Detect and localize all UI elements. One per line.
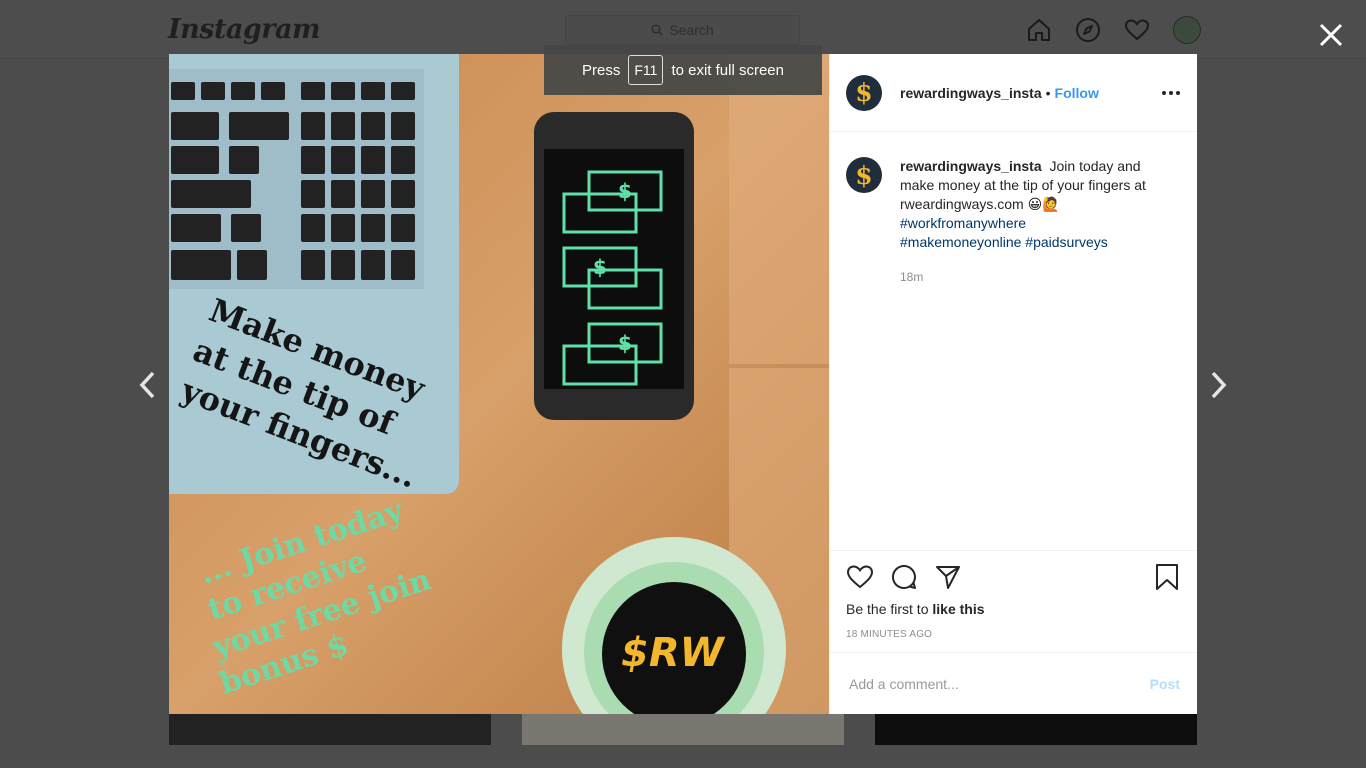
comment-input[interactable] bbox=[847, 674, 1150, 693]
post-username[interactable]: rewardingways_insta bbox=[900, 85, 1042, 101]
like-heart-icon[interactable] bbox=[846, 563, 874, 591]
post-image: $ $ $ Make money at the tip of your finger… bbox=[169, 54, 829, 714]
background-thumbnail[interactable] bbox=[169, 714, 491, 745]
user-avatar[interactable]: $ bbox=[846, 74, 882, 111]
toast-message: to exit full screen bbox=[671, 61, 784, 79]
activity-heart-icon[interactable] bbox=[1124, 17, 1150, 43]
post-sidebar: $ rewardingways_insta • Follow $ rewardi… bbox=[829, 54, 1197, 714]
previous-post-arrow-icon[interactable] bbox=[137, 369, 157, 401]
post-header: $ rewardingways_insta • Follow bbox=[830, 54, 1197, 132]
hashtag-link[interactable]: #makemoneyonline bbox=[900, 234, 1021, 250]
likes-text: Be the first to like this bbox=[846, 601, 1181, 617]
caption-username[interactable]: rewardingways_insta bbox=[900, 158, 1042, 174]
comment-box: Post bbox=[830, 652, 1197, 714]
home-icon[interactable] bbox=[1026, 17, 1052, 43]
caption: $ rewardingways_insta Join today and mak… bbox=[830, 132, 1197, 287]
explore-compass-icon[interactable] bbox=[1075, 17, 1101, 43]
close-icon[interactable] bbox=[1318, 22, 1344, 48]
search-placeholder: Search bbox=[669, 22, 714, 38]
toast-key: F11 bbox=[628, 55, 664, 85]
hashtag-link[interactable]: #workfromanywhere bbox=[900, 215, 1026, 231]
caption-timestamp[interactable]: 18m bbox=[900, 268, 1170, 287]
dollar-icon: $ bbox=[855, 78, 873, 107]
fullscreen-toast: Press F11 to exit full screen bbox=[544, 45, 822, 95]
comment-bubble-icon[interactable] bbox=[890, 563, 918, 591]
post-comment-button[interactable]: Post bbox=[1150, 676, 1180, 692]
toast-press: Press bbox=[582, 61, 621, 79]
search-box[interactable]: Search bbox=[565, 15, 800, 45]
post-image-illustration: $$$ Make money at the tip of your finger… bbox=[169, 54, 829, 714]
separator-dot: • bbox=[1045, 84, 1051, 101]
action-icons bbox=[846, 563, 1181, 591]
share-paper-plane-icon[interactable] bbox=[934, 563, 962, 591]
post-timestamp[interactable]: 18 MINUTES AGO bbox=[846, 629, 1181, 640]
bookmark-icon[interactable] bbox=[1153, 563, 1181, 591]
svg-text:$: $ bbox=[593, 255, 607, 279]
instagram-logo: Instagram bbox=[168, 14, 321, 45]
follow-button[interactable]: Follow bbox=[1055, 85, 1099, 101]
post-actions: Be the first to like this 18 MINUTES AGO bbox=[830, 550, 1197, 640]
dollar-icon: $ bbox=[855, 160, 873, 190]
more-options-icon[interactable] bbox=[1161, 83, 1181, 103]
post-modal: $ $ $ Make money at the tip of your finger… bbox=[169, 54, 1197, 714]
svg-text:$: $ bbox=[618, 331, 632, 355]
hashtag-link[interactable]: #paidsurveys bbox=[1025, 234, 1108, 250]
svg-text:$: $ bbox=[618, 179, 632, 203]
search-icon bbox=[651, 24, 663, 36]
background-thumbnail[interactable] bbox=[875, 714, 1197, 745]
cup-logo: $RW bbox=[621, 630, 726, 676]
background-thumbnail[interactable] bbox=[522, 714, 844, 745]
likes-prefix: Be the first to bbox=[846, 601, 929, 617]
caption-avatar[interactable]: $ bbox=[846, 157, 882, 193]
nav-icons bbox=[1026, 16, 1201, 44]
caption-text: rewardingways_insta Join today and make … bbox=[900, 157, 1170, 287]
profile-avatar[interactable] bbox=[1173, 16, 1201, 44]
next-post-arrow-icon[interactable] bbox=[1209, 369, 1229, 401]
like-this-link[interactable]: like this bbox=[932, 601, 984, 617]
